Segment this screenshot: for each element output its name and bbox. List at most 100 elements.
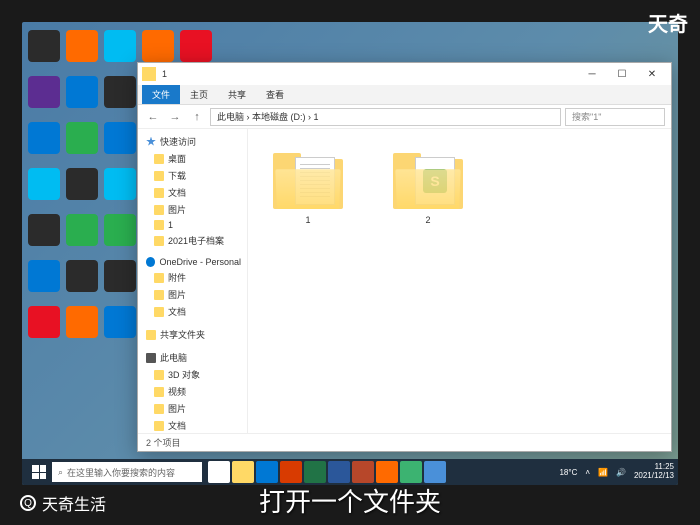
desktop-icon[interactable] bbox=[66, 76, 98, 108]
minimize-button[interactable]: ─ bbox=[577, 64, 607, 84]
desktop-icon[interactable] bbox=[104, 260, 136, 292]
desktop-icon[interactable] bbox=[66, 214, 98, 246]
taskbar-app[interactable] bbox=[232, 461, 254, 483]
desktop-icon[interactable] bbox=[104, 306, 136, 338]
start-button[interactable] bbox=[26, 459, 52, 485]
titlebar[interactable]: 1 ─ ☐ ✕ bbox=[138, 63, 671, 85]
close-button[interactable]: ✕ bbox=[637, 64, 667, 84]
nav-item[interactable]: 附件 bbox=[140, 269, 245, 286]
nav-item[interactable]: 文档 bbox=[140, 303, 245, 320]
nav-item[interactable]: 2021电子档案 bbox=[140, 232, 245, 249]
search-placeholder: 在这里输入你要搜索的内容 bbox=[67, 466, 175, 479]
search-icon: ⌕ bbox=[58, 467, 63, 478]
tab-file[interactable]: 文件 bbox=[142, 85, 180, 104]
folder-icon bbox=[154, 273, 164, 283]
taskbar-app[interactable] bbox=[280, 461, 302, 483]
nav-item[interactable]: 图片 bbox=[140, 286, 245, 303]
folder-icon bbox=[154, 236, 164, 246]
maximize-button[interactable]: ☐ bbox=[607, 64, 637, 84]
nav-item[interactable]: 图片 bbox=[140, 400, 245, 417]
folder-icon bbox=[154, 370, 164, 380]
desktop-icon[interactable] bbox=[104, 76, 136, 108]
navigation-pane[interactable]: 快速访问 桌面 下载 文档 图片 1 2021电子档案 OneDrive - P… bbox=[138, 129, 248, 433]
item-count: 2 个项目 bbox=[146, 436, 181, 449]
desktop-icon[interactable] bbox=[66, 30, 98, 62]
desktop-icon[interactable] bbox=[28, 306, 60, 338]
desktop-icon[interactable] bbox=[104, 214, 136, 246]
brand-bl-text: 天奇生活 bbox=[42, 491, 106, 515]
nav-this-pc[interactable]: 此电脑 bbox=[140, 349, 245, 366]
tray-chevron-icon[interactable]: ˄ bbox=[585, 468, 590, 477]
nav-item[interactable]: 下载 bbox=[140, 167, 245, 184]
window-title: 1 bbox=[162, 69, 577, 79]
nav-onedrive[interactable]: OneDrive - Personal bbox=[140, 255, 245, 269]
taskbar-app[interactable] bbox=[208, 461, 230, 483]
tab-share[interactable]: 共享 bbox=[218, 85, 256, 104]
desktop-icon[interactable] bbox=[104, 168, 136, 200]
folder-icon bbox=[154, 171, 164, 181]
nav-quick-access[interactable]: 快速访问 bbox=[140, 133, 245, 150]
windows-logo-icon bbox=[32, 465, 46, 479]
taskbar-app[interactable] bbox=[304, 461, 326, 483]
nav-share[interactable]: 共享文件夹 bbox=[140, 326, 245, 343]
taskbar-search[interactable]: ⌕ 在这里输入你要搜索的内容 bbox=[52, 462, 202, 482]
folder-thumbnail: S bbox=[393, 149, 463, 209]
nav-item[interactable]: 视频 bbox=[140, 383, 245, 400]
folder-thumbnail bbox=[273, 149, 343, 209]
desktop-icon[interactable] bbox=[66, 260, 98, 292]
folder-item[interactable]: S 2 bbox=[388, 149, 468, 225]
nav-item[interactable]: 1 bbox=[140, 218, 245, 232]
address-bar: ← → ↑ 此电脑 › 本地磁盘 (D:) › 1 搜索"1" bbox=[138, 105, 671, 129]
folder-icon bbox=[154, 307, 164, 317]
desktop-icon[interactable] bbox=[66, 168, 98, 200]
folder-icon bbox=[142, 67, 156, 81]
desktop-icon[interactable] bbox=[66, 306, 98, 338]
desktop-icon[interactable] bbox=[180, 30, 212, 62]
taskbar-app[interactable] bbox=[256, 461, 278, 483]
volume-icon[interactable]: 🔊 bbox=[616, 468, 626, 477]
desktop-icon[interactable] bbox=[28, 168, 60, 200]
taskbar-app[interactable] bbox=[400, 461, 422, 483]
taskbar-pinned-apps bbox=[208, 461, 446, 483]
nav-item[interactable]: 图片 bbox=[140, 201, 245, 218]
desktop-icon[interactable] bbox=[28, 30, 60, 62]
nav-item[interactable]: 3D 对象 bbox=[140, 366, 245, 383]
nav-item[interactable]: 文档 bbox=[140, 184, 245, 201]
folder-icon bbox=[154, 421, 164, 431]
desktop-icon[interactable] bbox=[104, 122, 136, 154]
wifi-icon[interactable]: 📶 bbox=[598, 468, 608, 477]
clock[interactable]: 11:25 2021/12/13 bbox=[634, 463, 674, 481]
folder-icon bbox=[146, 330, 156, 340]
taskbar-app[interactable] bbox=[328, 461, 350, 483]
desktop-icon[interactable] bbox=[28, 76, 60, 108]
up-button[interactable]: ↑ bbox=[188, 108, 206, 126]
taskbar-app[interactable] bbox=[424, 461, 446, 483]
status-bar: 2 个项目 bbox=[138, 433, 671, 451]
address-input[interactable]: 此电脑 › 本地磁盘 (D:) › 1 bbox=[210, 108, 561, 126]
brand-search-icon: Q bbox=[20, 495, 36, 511]
weather-widget[interactable]: 18°C bbox=[559, 468, 577, 477]
pc-icon bbox=[146, 353, 156, 363]
desktop-icon[interactable] bbox=[142, 30, 174, 62]
nav-item[interactable]: 桌面 bbox=[140, 150, 245, 167]
desktop-icon[interactable] bbox=[104, 30, 136, 62]
folder-icon bbox=[154, 188, 164, 198]
taskbar-app[interactable] bbox=[352, 461, 374, 483]
desktop-icon[interactable] bbox=[28, 214, 60, 246]
date-text: 2021/12/13 bbox=[634, 472, 674, 481]
desktop-icon[interactable] bbox=[28, 122, 60, 154]
content-pane[interactable]: 1 S 2 bbox=[248, 129, 671, 433]
back-button[interactable]: ← bbox=[144, 108, 162, 126]
folder-icon bbox=[154, 387, 164, 397]
search-input[interactable]: 搜索"1" bbox=[565, 108, 665, 126]
tab-home[interactable]: 主页 bbox=[180, 85, 218, 104]
desktop-icon[interactable] bbox=[28, 260, 60, 292]
file-explorer-window: 1 ─ ☐ ✕ 文件 主页 共享 查看 ← → ↑ 此电脑 › 本地磁盘 (D:… bbox=[137, 62, 672, 452]
cloud-icon bbox=[146, 257, 155, 267]
forward-button[interactable]: → bbox=[166, 108, 184, 126]
tab-view[interactable]: 查看 bbox=[256, 85, 294, 104]
desktop-icon[interactable] bbox=[66, 122, 98, 154]
nav-item[interactable]: 文档 bbox=[140, 417, 245, 433]
folder-item[interactable]: 1 bbox=[268, 149, 348, 225]
taskbar-app[interactable] bbox=[376, 461, 398, 483]
